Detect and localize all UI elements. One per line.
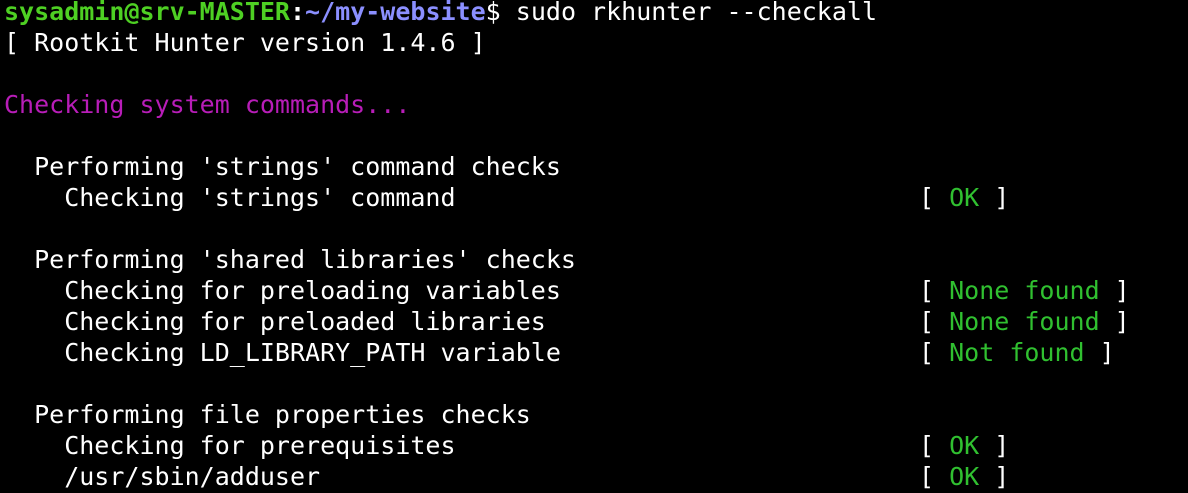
check-label-prerequisites: Checking for prerequisites	[4, 431, 456, 460]
terminal-window[interactable]: sysadmin@srv-MASTER:~/my-website$ sudo r…	[0, 0, 1188, 493]
prompt-user-host: sysadmin@srv-MASTER	[4, 0, 290, 26]
check-label-adduser: /usr/sbin/adduser	[4, 462, 321, 491]
result-text: OK	[949, 462, 980, 491]
check-result-adduser: [ OK ]	[919, 462, 1010, 491]
check-result-preloaded-libraries: [ None found ]	[919, 307, 1130, 336]
check-label-preloading-variables: Checking for preloading variables	[4, 276, 561, 305]
prompt-symbol: $	[485, 0, 501, 26]
check-label-ld-library-path: Checking LD_LIBRARY_PATH variable	[4, 338, 561, 367]
result-text: OK	[949, 431, 980, 460]
section-title: Checking system commands...	[4, 90, 411, 119]
command-text: sudo rkhunter --checkall	[500, 0, 878, 26]
check-label-preloaded-libraries: Checking for preloaded libraries	[4, 307, 546, 336]
check-result-prerequisites: [ OK ]	[919, 431, 1010, 460]
group-heading-shared-libraries: Performing 'shared libraries' checks	[4, 245, 576, 274]
prompt-path: ~/my-website	[305, 0, 486, 26]
check-result-strings-command: [ OK ]	[919, 183, 1010, 212]
result-text: None found	[949, 307, 1100, 336]
version-line: [ Rootkit Hunter version 1.4.6 ]	[4, 28, 486, 57]
group-heading-file-properties: Performing file properties checks	[4, 400, 531, 429]
check-label-strings-command: Checking 'strings' command	[4, 183, 456, 212]
prompt-separator: :	[289, 0, 306, 26]
command-prompt-line: sysadmin@srv-MASTER:~/my-website$ sudo r…	[4, 0, 877, 27]
check-result-preloading-variables: [ None found ]	[919, 276, 1130, 305]
result-text: OK	[949, 183, 980, 212]
group-heading-strings: Performing 'strings' command checks	[4, 152, 561, 181]
result-text: Not found	[949, 338, 1085, 367]
result-text: None found	[949, 276, 1100, 305]
check-result-ld-library-path: [ Not found ]	[919, 338, 1115, 367]
